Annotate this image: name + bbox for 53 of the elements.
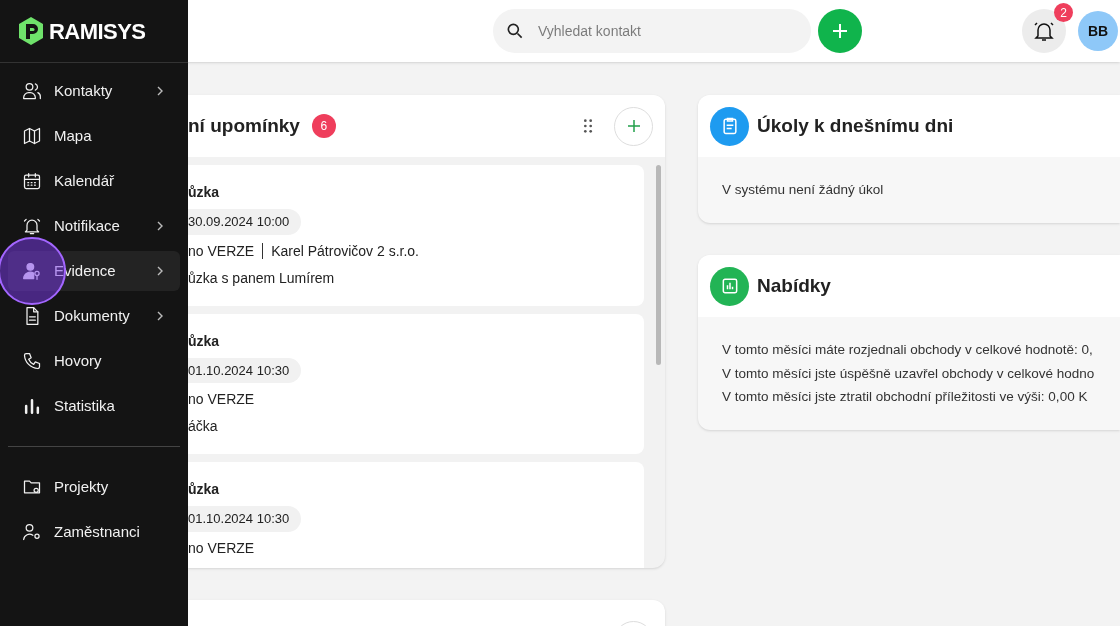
- date-chip: 30.09.2024 10:00: [188, 209, 302, 235]
- reminder-card[interactable]: ůzka 30.09.2024 10:00 no VERZE Karel Pátrovičov 2 s.r.o. ůzka s panem Lumírem: [188, 165, 644, 306]
- panel-title: ní upomínky: [188, 113, 300, 138]
- sidebar-item[interactable]: Mapa: [8, 116, 180, 156]
- avatar[interactable]: BB: [1078, 11, 1118, 51]
- scrollbar[interactable]: [656, 165, 661, 365]
- plus-icon: [625, 118, 642, 134]
- date-chip: 01.10.2024 10:30: [188, 357, 302, 383]
- map-icon: [22, 126, 42, 146]
- reminder-title: ůzka: [188, 183, 220, 202]
- reminder-card[interactable]: ůzka 01.10.2024 10:30 no VERZE áčka: [188, 313, 644, 454]
- plus-icon: [830, 21, 850, 41]
- project-name: no VERZE: [188, 538, 255, 558]
- sidebar-item[interactable]: Kalendář: [8, 161, 180, 201]
- panel-title: Nabídky: [757, 274, 831, 298]
- company-name: Karel Pátrovičov 2 s.r.o.: [271, 241, 419, 261]
- panel-title: Úkoly k dnešnímu dni: [757, 113, 954, 138]
- search-icon: [505, 21, 525, 41]
- panel-text: V tomto měsíci jste ztratil obchodní příležitosti ve výši: 0,00 K: [722, 387, 1088, 406]
- project-name: no VERZE: [188, 241, 255, 261]
- reminder-note: áčka: [188, 417, 218, 436]
- sidebar-item[interactable]: Projekty: [8, 467, 180, 507]
- sidebar-item[interactable]: Hovory: [8, 341, 180, 381]
- panel-text: V systému není žádný úkol: [722, 181, 884, 199]
- panel-text: V tomto měsíci jste úspěšně uzavřel obchody v celkové hodno: [722, 364, 1095, 383]
- reminder-note: ůzka s panem Lumírem: [188, 268, 335, 288]
- user-key-icon: [22, 261, 42, 281]
- logo-icon: [17, 16, 45, 46]
- reminder-title: ůzka: [188, 480, 220, 499]
- phone-icon: [22, 351, 42, 371]
- people-icon: [22, 81, 42, 101]
- calendar-icon: [22, 171, 42, 191]
- notification-badge: 2: [1054, 3, 1073, 22]
- brand-name: RAMISYS: [49, 17, 146, 46]
- add-button[interactable]: [818, 9, 862, 53]
- sidebar-item[interactable]: Zaměstnanci: [8, 512, 180, 552]
- date-chip: 01.10.2024 10:30: [188, 506, 302, 532]
- project-name: no VERZE: [188, 390, 255, 409]
- reminder-card[interactable]: ůzka 01.10.2024 10:30 no VERZE: [188, 462, 644, 568]
- drag-handle-icon[interactable]: [582, 118, 594, 134]
- count-badge: 6: [311, 114, 336, 138]
- reminder-title: ůzka: [188, 331, 220, 351]
- bell-icon: [22, 216, 42, 236]
- search-field[interactable]: Vyhledat kontakt: [493, 9, 811, 53]
- sidebar-item[interactable]: Kontakty: [8, 71, 180, 111]
- notifications-button[interactable]: [1022, 9, 1066, 53]
- sidebar-item[interactable]: Statistika: [8, 386, 180, 426]
- panel-text: V tomto měsíci máte rozjednali obchody v celkové hodnotě: 0,: [722, 341, 1093, 360]
- sidebar-item[interactable]: Notifikace: [8, 206, 180, 246]
- sidebar-item[interactable]: Dokumenty: [8, 296, 180, 336]
- user-gear-icon: [22, 522, 42, 542]
- bell-icon: [1032, 19, 1056, 43]
- bar-chart-icon: [22, 396, 42, 416]
